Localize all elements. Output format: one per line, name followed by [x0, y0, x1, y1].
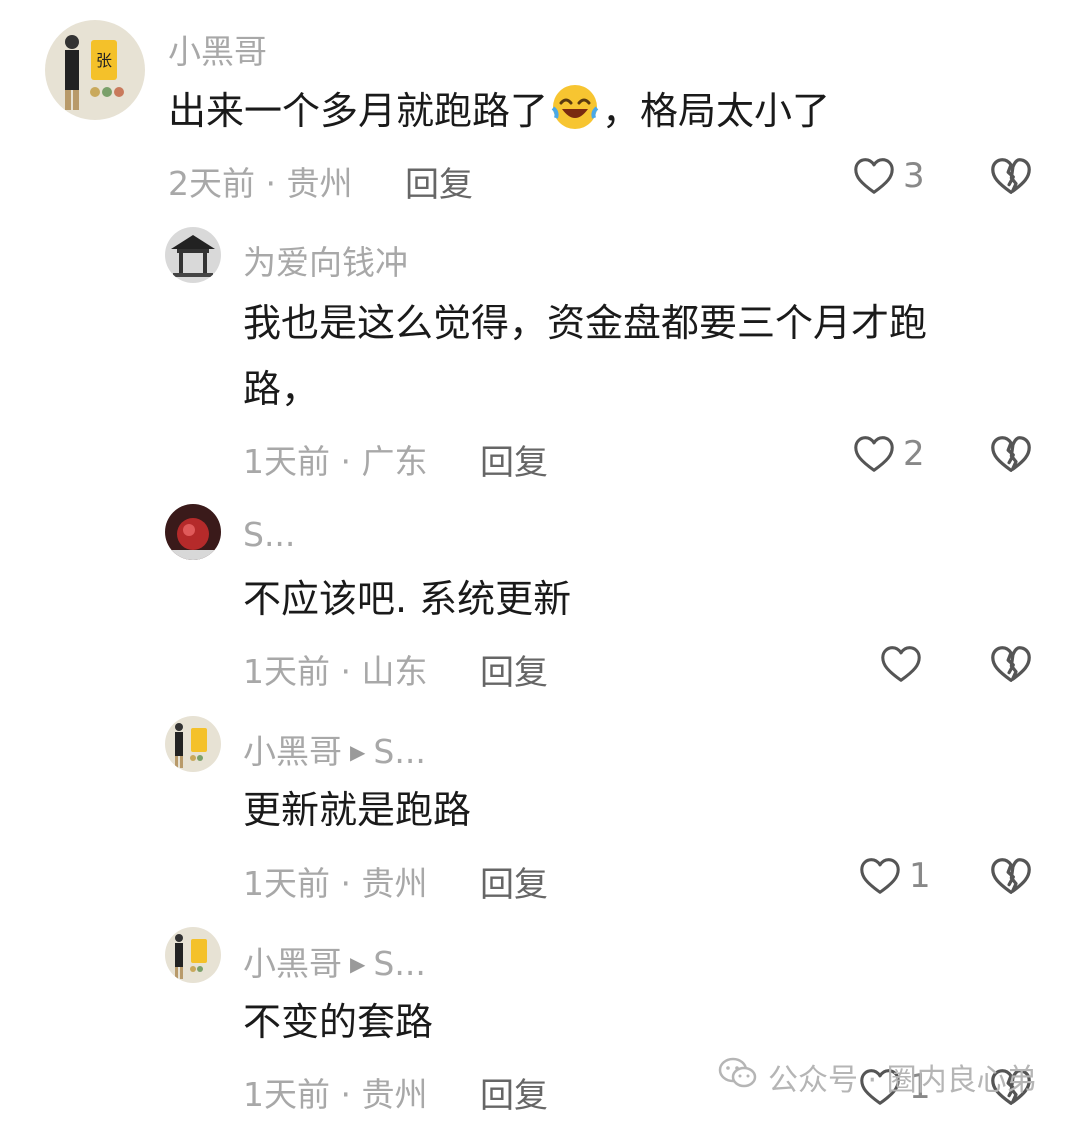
dislike-button[interactable]: [988, 431, 1034, 481]
wechat-icon: [718, 1056, 758, 1098]
reply-button[interactable]: 回复: [480, 1068, 548, 1117]
username[interactable]: 为爱向钱冲: [243, 236, 408, 284]
username-label: 小黑哥: [243, 944, 342, 983]
heart-icon: [857, 853, 903, 899]
comment-meta: 1天前 · 贵州: [243, 864, 428, 903]
like-count: 2: [903, 434, 925, 474]
like-button[interactable]: 1: [857, 853, 931, 899]
username[interactable]: S...: [243, 515, 295, 554]
avatar[interactable]: [165, 716, 221, 772]
comment-text-part: 出来一个多月就跑路了: [168, 89, 549, 133]
svg-text:张: 张: [96, 51, 112, 70]
avatar[interactable]: [165, 927, 221, 983]
watermark: 公众号 · 圈内良心弟: [718, 1055, 1037, 1099]
broken-heart-icon: [988, 641, 1034, 687]
dislike-button[interactable]: [988, 853, 1034, 903]
comment-text: 不变的套路: [243, 1000, 434, 1044]
heart-icon: [851, 153, 897, 199]
broken-heart-icon: [988, 431, 1034, 477]
reply-button[interactable]: 回复: [480, 857, 548, 906]
avatar[interactable]: 张: [45, 20, 145, 120]
avatar[interactable]: [165, 504, 221, 560]
comment-text-part: ，格局太小了: [602, 89, 831, 133]
reply-button[interactable]: 回复: [480, 435, 548, 484]
dislike-button[interactable]: [988, 153, 1034, 203]
reply-arrow-icon: ▶: [350, 740, 366, 764]
comment-meta: 1天前 · 贵州: [243, 1075, 428, 1114]
broken-heart-icon: [988, 853, 1034, 899]
comment-text: 不应该吧. 系统更新: [243, 577, 572, 621]
like-button[interactable]: 2: [851, 431, 925, 477]
comment-meta: 1天前 · 山东: [243, 652, 428, 691]
avatar[interactable]: [165, 227, 221, 283]
like-count: 1: [909, 856, 931, 896]
watermark-text: 公众号 · 圈内良心弟: [768, 1063, 1037, 1098]
username[interactable]: 小黑哥 ▶ S...: [243, 937, 426, 985]
comment-text: 更新就是跑路: [243, 788, 472, 832]
reply-button[interactable]: 回复: [405, 157, 473, 206]
reply-arrow-icon: ▶: [350, 952, 366, 976]
username[interactable]: 小黑哥 ▶ S...: [243, 725, 426, 773]
like-button[interactable]: [878, 641, 930, 687]
heart-icon: [851, 431, 897, 477]
like-button[interactable]: 3: [851, 153, 925, 199]
heart-icon: [878, 641, 924, 687]
reply-to-username: S...: [373, 944, 426, 983]
username-label: 小黑哥: [243, 732, 342, 771]
dislike-button[interactable]: [988, 641, 1034, 691]
username[interactable]: 小黑哥: [168, 25, 267, 73]
reply-to-username: S...: [373, 732, 426, 771]
comment-text: 我也是这么觉得，资金盘都要三个月才跑路，: [243, 301, 928, 411]
comment-meta: 2天前 · 贵州: [168, 164, 353, 203]
comment-meta: 1天前 · 广东: [243, 442, 428, 481]
broken-heart-icon: [988, 153, 1034, 199]
like-count: 3: [903, 156, 925, 196]
laughing-emoji-icon: [550, 82, 600, 132]
comment-text: 出来一个多月就跑路了 ，格局太小了: [168, 78, 830, 144]
reply-button[interactable]: 回复: [480, 645, 548, 694]
